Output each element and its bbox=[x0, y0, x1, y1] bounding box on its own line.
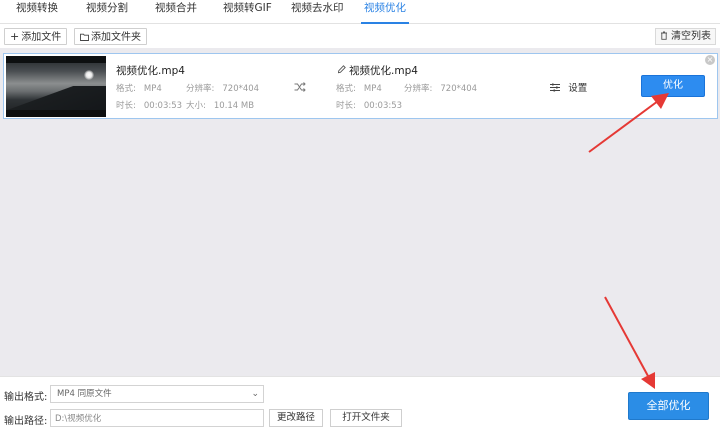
output-path-field-label: 输出路径: bbox=[4, 416, 48, 427]
sliders-icon bbox=[550, 83, 563, 94]
add-file-button[interactable]: + 添加文件 bbox=[4, 28, 68, 45]
add-folder-label: 添加文件夹 bbox=[91, 32, 141, 43]
plus-icon: + bbox=[10, 30, 20, 43]
add-file-label: 添加文件 bbox=[21, 32, 62, 43]
source-format: 格式: MP4 bbox=[116, 82, 162, 94]
output-resolution-value: 720*404 bbox=[440, 84, 478, 94]
source-size-value: 10.14 MB bbox=[213, 101, 255, 111]
tab-video-optimize[interactable]: 视频优化 bbox=[361, 0, 409, 24]
settings-button[interactable]: 设置 bbox=[550, 80, 587, 94]
output-format-value: MP4 bbox=[363, 84, 382, 94]
source-resolution: 分辨率: 720*404 bbox=[186, 82, 259, 94]
open-folder-button[interactable]: 打开文件夹 bbox=[330, 409, 402, 427]
output-duration-value: 00:03:53 bbox=[363, 101, 403, 111]
tab-video-convert[interactable]: 视频转换 bbox=[16, 0, 58, 24]
thumbnail-silhouette bbox=[6, 86, 106, 110]
source-file-name: 视频优化.mp4 bbox=[116, 65, 185, 77]
settings-label: 设置 bbox=[568, 83, 588, 94]
optimize-all-button[interactable]: 全部优化 bbox=[628, 392, 709, 420]
source-resolution-label: 分辨率: bbox=[186, 84, 215, 94]
tab-video-watermark-remove[interactable]: 视频去水印 bbox=[291, 0, 344, 24]
tab-video-to-gif[interactable]: 视频转GIF bbox=[223, 0, 272, 24]
source-resolution-value: 720*404 bbox=[222, 84, 260, 94]
source-duration-label: 时长: bbox=[116, 101, 136, 111]
source-format-value: MP4 bbox=[143, 84, 162, 94]
output-format-field-label: 输出格式: bbox=[4, 392, 48, 403]
output-duration: 时长: 00:03:53 bbox=[336, 99, 402, 111]
clear-list-label: 清空列表 bbox=[671, 31, 711, 42]
toolbar: + 添加文件 添加文件夹 清空列表 bbox=[0, 24, 720, 48]
edit-name-icon[interactable] bbox=[337, 65, 346, 77]
video-thumbnail bbox=[6, 56, 106, 117]
source-size-label: 大小: bbox=[186, 101, 206, 111]
chevron-down-icon: ⌄ bbox=[251, 389, 259, 399]
output-format-select[interactable]: MP4 同原文件 ⌄ bbox=[50, 385, 264, 403]
output-duration-label: 时长: bbox=[336, 101, 356, 111]
tab-video-split[interactable]: 视频分割 bbox=[86, 0, 128, 24]
output-path-input[interactable] bbox=[50, 409, 264, 427]
add-folder-button[interactable]: 添加文件夹 bbox=[74, 28, 147, 45]
change-path-button[interactable]: 更改路径 bbox=[269, 409, 323, 427]
source-size: 大小: 10.14 MB bbox=[186, 99, 254, 111]
source-duration-value: 00:03:53 bbox=[143, 101, 183, 111]
optimize-button[interactable]: 优化 bbox=[641, 75, 705, 97]
close-icon[interactable]: × bbox=[705, 55, 715, 65]
tab-video-merge[interactable]: 视频合并 bbox=[155, 0, 197, 24]
source-format-label: 格式: bbox=[116, 84, 136, 94]
convert-arrow-icon bbox=[294, 82, 306, 95]
tab-bar: 视频转换 视频分割 视频合并 视频转GIF 视频去水印 视频优化 bbox=[0, 0, 720, 24]
source-duration: 时长: 00:03:53 bbox=[116, 99, 182, 111]
output-format: 格式: MP4 bbox=[336, 82, 382, 94]
file-list-item[interactable]: × 视频优化.mp4 格式: MP4 分辨率: 720*404 时长: 00:03:5… bbox=[3, 53, 718, 119]
thumbnail-sun bbox=[84, 70, 94, 80]
output-panel: 输出格式: MP4 同原文件 ⌄ 输出路径: 更改路径 打开文件夹 全部优化 bbox=[0, 376, 720, 433]
output-resolution-label: 分辨率: bbox=[404, 84, 433, 94]
output-file-name[interactable]: 视频优化.mp4 bbox=[349, 63, 418, 78]
output-resolution: 分辨率: 720*404 bbox=[404, 82, 477, 94]
folder-icon bbox=[80, 29, 89, 44]
trash-icon bbox=[660, 31, 671, 42]
clear-list-button[interactable]: 清空列表 bbox=[654, 28, 716, 45]
output-format-select-value: MP4 同原文件 bbox=[57, 389, 112, 399]
output-format-label: 格式: bbox=[336, 84, 356, 94]
